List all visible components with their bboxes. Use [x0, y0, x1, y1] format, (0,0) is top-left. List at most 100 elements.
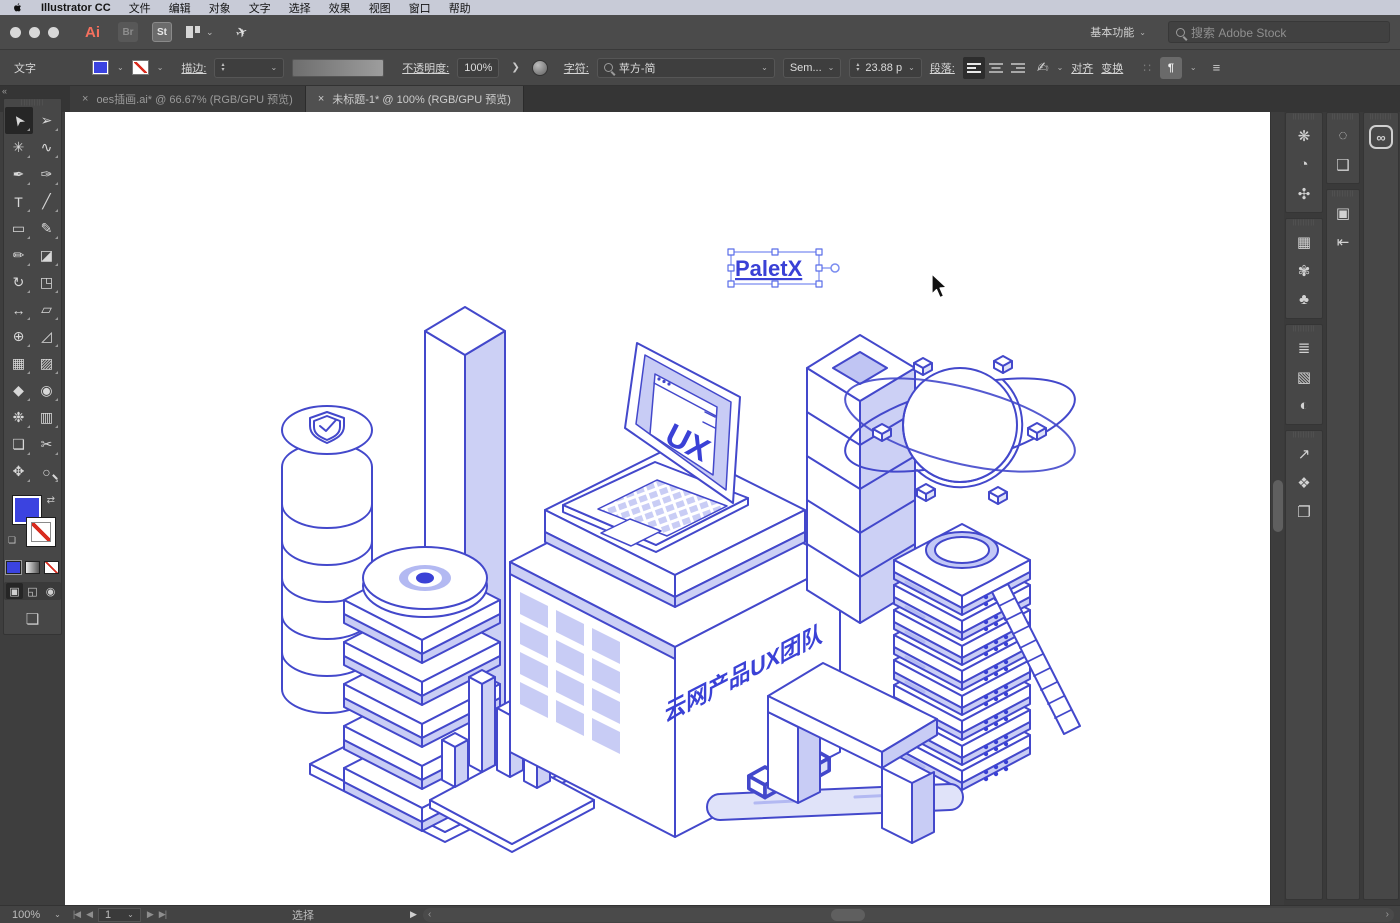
- font-family-select[interactable]: 苹方-简 ⌄: [596, 57, 775, 78]
- panel-grabber[interactable]: [1286, 219, 1322, 227]
- screen-mode-icon[interactable]: ❏: [4, 610, 61, 628]
- scroll-right-icon[interactable]: ›: [1386, 909, 1389, 920]
- horizontal-scrollbar-thumb[interactable]: [830, 908, 865, 921]
- prev-artboard-icon[interactable]: ◀: [86, 909, 93, 920]
- width-profile-dropdown[interactable]: [292, 58, 385, 77]
- close-tab-icon[interactable]: ×: [318, 93, 324, 105]
- opacity-link[interactable]: 不透明度:: [402, 60, 449, 76]
- lasso-tool[interactable]: ∿: [33, 134, 61, 161]
- stroke-color-swatch[interactable]: [131, 60, 149, 75]
- draw-normal-mode[interactable]: ▣: [6, 583, 23, 599]
- arrange-documents-icon[interactable]: [186, 26, 200, 38]
- paintbrush-tool[interactable]: ✎: [33, 215, 61, 242]
- panel-grabber[interactable]: [1327, 190, 1359, 198]
- stroke-panel-icon[interactable]: ≣: [1286, 333, 1322, 362]
- panel-grabber[interactable]: [1364, 113, 1398, 121]
- artboard-canvas[interactable]: 云网产品UX团队 UX PaletX: [65, 112, 1270, 905]
- column-graph-tool[interactable]: ▥: [33, 404, 61, 431]
- bridge-icon[interactable]: Br: [118, 22, 138, 42]
- vertical-scrollbar[interactable]: [1270, 112, 1284, 905]
- chevron-down-icon[interactable]: ⌄: [270, 63, 277, 72]
- align-link[interactable]: 对齐: [1071, 60, 1093, 76]
- zoom-level-select[interactable]: 100% ⌄: [6, 909, 67, 921]
- shape-builder-tool[interactable]: ⊕: [5, 323, 33, 350]
- stock-search-input[interactable]: 搜索 Adobe Stock: [1168, 21, 1390, 43]
- eyedropper-tool[interactable]: ◆: [5, 377, 33, 404]
- character-link[interactable]: 字符:: [564, 60, 589, 76]
- gradient-button[interactable]: [25, 561, 40, 574]
- hand-tool[interactable]: ✥: [5, 458, 33, 485]
- none-button[interactable]: [44, 561, 59, 574]
- align-left-button[interactable]: [962, 56, 985, 79]
- zoom-tool[interactable]: ○: [33, 458, 61, 485]
- collapse-tools-icon[interactable]: «: [2, 86, 7, 96]
- font-style-select[interactable]: Sem... ⌄: [782, 57, 842, 78]
- chevron-down-icon[interactable]: ⌄: [1190, 63, 1197, 72]
- first-artboard-icon[interactable]: |◀: [73, 909, 81, 920]
- artboards-panel-icon[interactable]: ❐: [1286, 497, 1322, 526]
- last-artboard-icon[interactable]: ▶|: [159, 909, 167, 920]
- horizontal-scrollbar[interactable]: ‹ ›: [422, 907, 1394, 922]
- panel-toggle-icon[interactable]: ¶: [1159, 56, 1182, 79]
- menu-item[interactable]: 选择: [289, 0, 311, 16]
- vertical-scrollbar-thumb[interactable]: [1273, 480, 1283, 532]
- close-tab-icon[interactable]: ×: [82, 93, 88, 105]
- gradient-panel-icon[interactable]: ▧: [1286, 362, 1322, 391]
- menu-item[interactable]: 窗口: [409, 0, 431, 16]
- symbols-panel-icon[interactable]: ♣: [1286, 285, 1322, 314]
- shaper-tool[interactable]: ✏: [5, 242, 33, 269]
- eraser-tool[interactable]: ◪: [33, 242, 61, 269]
- blend-tool[interactable]: ◉: [33, 377, 61, 404]
- gradient-tool[interactable]: ▨: [33, 350, 61, 377]
- panel-grabber[interactable]: [1286, 325, 1322, 333]
- slice-tool[interactable]: ✂: [33, 431, 61, 458]
- apple-menu-icon[interactable]: [12, 2, 23, 13]
- transform-panel-icon[interactable]: ▣: [1327, 198, 1359, 227]
- color-button[interactable]: [6, 561, 21, 574]
- workspace-switcher[interactable]: 基本功能 ⌄: [1090, 24, 1146, 40]
- align-right-button[interactable]: [1007, 57, 1029, 79]
- zoom-window-button[interactable]: [48, 26, 59, 38]
- select-panel-icon[interactable]: ◌: [1327, 121, 1359, 150]
- chevron-down-icon[interactable]: ⌄: [117, 63, 124, 72]
- type-tool[interactable]: T: [5, 188, 33, 215]
- selection-tool[interactable]: ➤: [4, 107, 33, 134]
- stepper-icon[interactable]: ▴ ▾: [221, 62, 224, 73]
- chevron-down-icon[interactable]: ⌄: [1057, 63, 1064, 72]
- opacity-field[interactable]: 100%: [457, 57, 500, 78]
- magic-wand-tool[interactable]: ✳: [5, 134, 33, 161]
- free-transform-tool[interactable]: ▱: [33, 296, 61, 323]
- color-panel-icon[interactable]: ❋: [1286, 121, 1322, 150]
- swatches-panel-icon[interactable]: ▦: [1286, 227, 1322, 256]
- stepper-icon[interactable]: ▴ ▾: [856, 62, 859, 73]
- envelope-distort-icon[interactable]: ✍: [1037, 59, 1049, 76]
- align-center-button[interactable]: [985, 57, 1007, 79]
- panel-grabber[interactable]: [1286, 113, 1322, 121]
- stock-icon[interactable]: St: [152, 22, 172, 42]
- menu-item[interactable]: 编辑: [169, 0, 191, 16]
- chevron-down-icon[interactable]: ⌄: [206, 27, 214, 38]
- menu-item[interactable]: 文件: [129, 0, 151, 16]
- pathfinder-panel-icon[interactable]: ❑: [1327, 150, 1359, 179]
- menu-item[interactable]: 效果: [329, 0, 351, 16]
- layers-panel-icon[interactable]: ❖: [1286, 468, 1322, 497]
- control-bar-menu-icon[interactable]: ≡: [1213, 60, 1221, 75]
- asset-export-panel-icon[interactable]: ↗: [1286, 439, 1322, 468]
- graphic-style-icon[interactable]: [531, 59, 548, 76]
- share-icon[interactable]: ✈: [233, 22, 250, 42]
- swap-fill-stroke-icon[interactable]: ⇄: [47, 495, 55, 506]
- panel-grabber[interactable]: [1327, 113, 1359, 121]
- font-size-field[interactable]: ▴ ▾ 23.88 p ⌄: [849, 57, 922, 78]
- close-window-button[interactable]: [10, 26, 21, 38]
- stroke-link[interactable]: 描边:: [181, 60, 206, 76]
- recolor-artwork-icon[interactable]: ✣: [1286, 179, 1322, 208]
- panel-grabber[interactable]: [4, 99, 61, 107]
- creative-cloud-icon[interactable]: ∞: [1369, 125, 1393, 149]
- brushes-panel-icon[interactable]: ✾: [1286, 256, 1322, 285]
- artboard-tool[interactable]: ❏: [5, 431, 33, 458]
- status-play-icon[interactable]: ▶: [410, 909, 417, 920]
- menu-item[interactable]: 视图: [369, 0, 391, 16]
- stroke-weight-field[interactable]: ▴ ▾ ⌄: [214, 57, 285, 78]
- menu-item[interactable]: 对象: [209, 0, 231, 16]
- draw-inside-mode[interactable]: ◉: [42, 583, 59, 599]
